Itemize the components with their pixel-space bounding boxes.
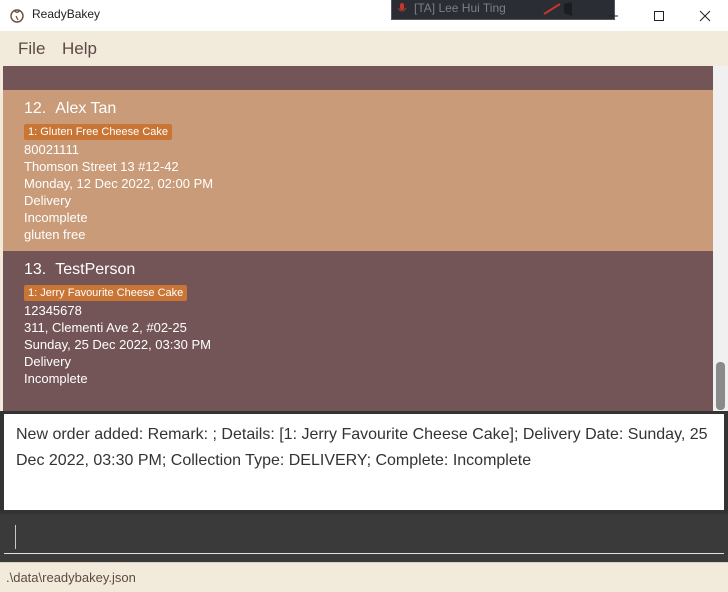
order-collection-type: Delivery bbox=[24, 193, 71, 208]
menu-bar: File Help bbox=[0, 31, 728, 66]
customer-name: Alex Tan bbox=[55, 100, 117, 117]
title-bar: ReadyBakey [TA] Lee Hui Ting bbox=[0, 0, 728, 31]
muted-mic-icon bbox=[397, 3, 407, 12]
customer-name: TestPerson bbox=[55, 261, 136, 278]
app-logo-icon bbox=[10, 9, 24, 23]
result-panel: New order added: Remark: ; Details: [1: … bbox=[0, 411, 728, 514]
order-collection-type: Delivery bbox=[24, 354, 71, 369]
order-status: Incomplete bbox=[24, 371, 88, 386]
order-index: 12. bbox=[24, 100, 47, 117]
order-header: 13. TestPerson bbox=[24, 261, 135, 279]
result-display: New order added: Remark: ; Details: [1: … bbox=[4, 414, 724, 510]
order-item-tag: 1: Gluten Free Cheese Cake bbox=[24, 124, 173, 140]
data-file-path: .\data\readybakey.json bbox=[6, 570, 136, 585]
status-bar: .\data\readybakey.json bbox=[0, 562, 728, 592]
command-input[interactable] bbox=[4, 520, 724, 554]
menu-file[interactable]: File bbox=[18, 39, 45, 59]
video-call-overlay[interactable]: [TA] Lee Hui Ting bbox=[391, 0, 615, 20]
order-item-tag: 1: Jerry Favourite Cheese Cake bbox=[24, 285, 188, 301]
participant-name: [TA] Lee Hui Ting bbox=[414, 1, 506, 15]
order-remark: gluten free bbox=[24, 227, 86, 242]
minimize-icon bbox=[608, 15, 618, 16]
previous-card-edge bbox=[3, 66, 713, 90]
order-card[interactable]: 13. TestPerson 1: Jerry Favourite Cheese … bbox=[3, 251, 713, 411]
order-list-scrollbar[interactable] bbox=[713, 66, 728, 411]
order-phone: 12345678 bbox=[24, 303, 82, 318]
maximize-icon bbox=[654, 10, 664, 21]
close-icon bbox=[699, 10, 711, 21]
order-list[interactable]: 12. Alex Tan 1: Gluten Free Cheese Cake 8… bbox=[3, 66, 713, 411]
order-card[interactable]: 12. Alex Tan 1: Gluten Free Cheese Cake 8… bbox=[3, 90, 713, 251]
order-date: Monday, 12 Dec 2022, 02:00 PM bbox=[24, 176, 214, 191]
order-header: 12. Alex Tan bbox=[24, 100, 116, 118]
scrollbar-thumb[interactable] bbox=[716, 362, 725, 410]
order-date: Sunday, 25 Dec 2022, 03:30 PM bbox=[24, 337, 211, 352]
order-status: Incomplete bbox=[24, 210, 88, 225]
text-caret bbox=[15, 525, 16, 549]
order-phone: 80021111 bbox=[24, 142, 79, 157]
command-box bbox=[0, 514, 728, 562]
window-title: ReadyBakey bbox=[32, 7, 101, 21]
minimize-button[interactable] bbox=[590, 0, 636, 31]
maximize-button[interactable] bbox=[636, 0, 682, 31]
camera-off-icon bbox=[543, 2, 572, 16]
close-button[interactable] bbox=[682, 0, 728, 31]
order-address: 311, Clementi Ave 2, #02-25 bbox=[24, 320, 187, 335]
menu-help[interactable]: Help bbox=[62, 39, 97, 59]
order-index: 13. bbox=[24, 261, 47, 278]
order-address: Thomson Street 13 #12-42 bbox=[24, 159, 179, 174]
